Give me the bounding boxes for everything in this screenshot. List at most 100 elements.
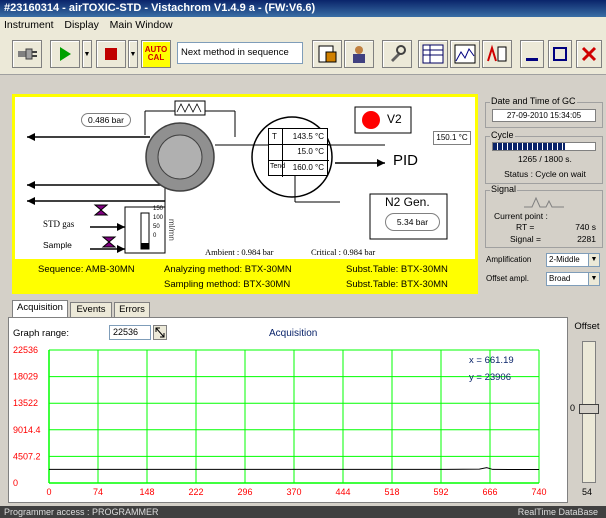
tools-icon — [391, 45, 406, 62]
method-editor-button[interactable] — [312, 40, 342, 68]
chart-view-button[interactable] — [450, 40, 480, 68]
y-tick-label: 22536 — [13, 345, 38, 355]
x-tick-label: 222 — [188, 487, 203, 497]
flow-scale-tick: 50 — [153, 224, 160, 230]
pid-temperature-value: 150.1 °C — [436, 133, 468, 142]
y-tick-label: 0 — [13, 478, 18, 488]
status-right: RealTime DataBase — [517, 507, 598, 517]
temp-2-value: 15.0 °C — [297, 147, 324, 156]
sequence-editor-button[interactable] — [344, 40, 374, 68]
close-icon — [581, 46, 597, 62]
signal-group: Signal Current point : RT = 740 s Signal… — [485, 184, 603, 248]
offset-bottom-value: 54 — [581, 487, 592, 497]
x-tick-label: 444 — [335, 487, 350, 497]
signal-logo-icon — [524, 196, 564, 208]
temp-t-value: 143.5 °C — [292, 132, 324, 141]
sample-valve-icon — [101, 236, 117, 248]
subst-table-info: Subst.Table: BTX-30MN — [346, 264, 448, 275]
tab-events[interactable]: Events — [70, 302, 112, 317]
n2-pressure-value: 5.34 bar — [396, 217, 429, 227]
date-time-value: 27-09-2010 15:34:05 — [492, 109, 596, 122]
amplification-value: 2-Middle — [549, 255, 580, 264]
menu-instrument[interactable]: Instrument — [0, 17, 58, 33]
pid-temperature: 150.1 °C — [433, 131, 471, 145]
offset-slider-thumb[interactable] — [579, 404, 599, 414]
menu-display[interactable]: Display — [60, 17, 102, 33]
n2-generator-label: N2 Gen. — [385, 195, 430, 209]
instrument-panel: 0.486 bar V2 T 143.5 °C 15.0 °C Tend 160… — [12, 94, 478, 294]
menu-bar: Instrument Display Main Window — [0, 17, 606, 33]
rt-label: RT = — [516, 222, 535, 232]
x-tick-label: 740 — [531, 487, 546, 497]
start-dropdown[interactable]: ▼ — [82, 40, 92, 68]
sampling-method-info: Sampling method: BTX-30MN — [164, 279, 291, 290]
flow-scale-tick: 150 — [153, 206, 164, 212]
start-button[interactable] — [50, 40, 80, 68]
maximize-button[interactable] — [548, 40, 572, 68]
temperature-table: T 143.5 °C 15.0 °C Tend 160.0 °C — [268, 128, 329, 177]
method-field[interactable]: Next method in sequence — [177, 42, 303, 64]
sample-label: Sample — [43, 240, 72, 250]
y-tick-label: 13522 — [13, 398, 38, 408]
stop-button[interactable] — [96, 40, 126, 68]
play-icon — [60, 47, 71, 61]
stop-dropdown[interactable]: ▼ — [128, 40, 138, 68]
offset-ampl-label: Offset ampl. — [486, 274, 529, 283]
offset-slider-track[interactable] — [579, 341, 599, 483]
tab-errors[interactable]: Errors — [114, 302, 150, 317]
x-tick-label: 0 — [46, 487, 51, 497]
y-tick-label: 18029 — [13, 372, 38, 382]
x-tick-label: 74 — [93, 487, 103, 497]
minimize-button[interactable] — [520, 40, 544, 68]
offset-ampl-select[interactable]: Broad ▼ — [546, 272, 600, 286]
table-icon — [422, 44, 444, 64]
autocal-button[interactable]: AUTO CAL — [141, 40, 171, 68]
cycle-progress-fill — [493, 143, 565, 150]
analyzing-method-info: Analyzing method: BTX-30MN — [164, 264, 292, 275]
status-panel: Date and Time of GC 27-09-2010 15:34:05 … — [482, 94, 606, 294]
temp-tend-label: Tend — [270, 163, 286, 170]
pressure-readout: 0.486 bar — [81, 113, 131, 127]
window-title: #23160314 - airTOXIC-STD - Vistachrom V1… — [4, 2, 316, 14]
std-gas-valve-icon — [93, 204, 109, 216]
temp-t-label: T — [272, 132, 277, 141]
report-button[interactable] — [482, 40, 512, 68]
flow-unit-label: ml/mn — [167, 219, 176, 241]
cursor-y-readout: y = 23906 — [469, 372, 511, 383]
flow-scale: 150 100 50 0 — [153, 205, 163, 241]
v2-label: V2 — [387, 112, 402, 126]
flow-scale-tick: 0 — [153, 233, 157, 239]
cycle-progress-bar — [492, 142, 596, 151]
chevron-down-icon: ▼ — [588, 254, 599, 266]
ambient-pressure: Ambient : 0.984 bar — [205, 247, 274, 257]
chart-icon — [454, 44, 476, 64]
temp-tend-value: 160.0 °C — [292, 163, 324, 172]
chart-title: Acquisition — [269, 328, 317, 339]
stop-icon — [105, 48, 117, 60]
date-time-group: Date and Time of GC 27-09-2010 15:34:05 — [485, 96, 603, 128]
amplification-label: Amplification — [486, 255, 532, 264]
pressure-value: 0.486 bar — [88, 115, 124, 125]
menu-main-window[interactable]: Main Window — [106, 17, 177, 33]
n2-pressure: 5.34 bar — [385, 213, 440, 231]
tools-button[interactable] — [382, 40, 412, 68]
status-text: Status : Cycle on wait — [504, 169, 586, 179]
offset-title: Offset — [574, 321, 600, 332]
current-point-label: Current point : — [494, 211, 548, 221]
critical-pressure: Critical : 0.984 bar — [311, 247, 376, 257]
subst-table-button[interactable] — [418, 40, 448, 68]
cursor-x-readout: x = 661.19 — [469, 355, 514, 366]
report-icon — [487, 44, 507, 62]
tab-acquisition[interactable]: Acquisition — [12, 300, 68, 318]
y-tick-label: 9014.4 — [13, 425, 41, 435]
y-tick-label: 4507.2 — [13, 451, 41, 461]
cycle-value: 1265 / 1800 s. — [518, 154, 572, 164]
close-button[interactable] — [576, 40, 602, 68]
dropdown-arrow-icon: ▼ — [83, 50, 91, 58]
offset-ampl-value: Broad — [549, 274, 571, 283]
x-tick-label: 296 — [237, 487, 252, 497]
autocal-label: AUTO CAL — [144, 45, 168, 62]
flow-scale-tick: 100 — [153, 215, 164, 221]
amplification-select[interactable]: 2-Middle ▼ — [546, 253, 600, 267]
plug-button[interactable] — [12, 40, 42, 68]
